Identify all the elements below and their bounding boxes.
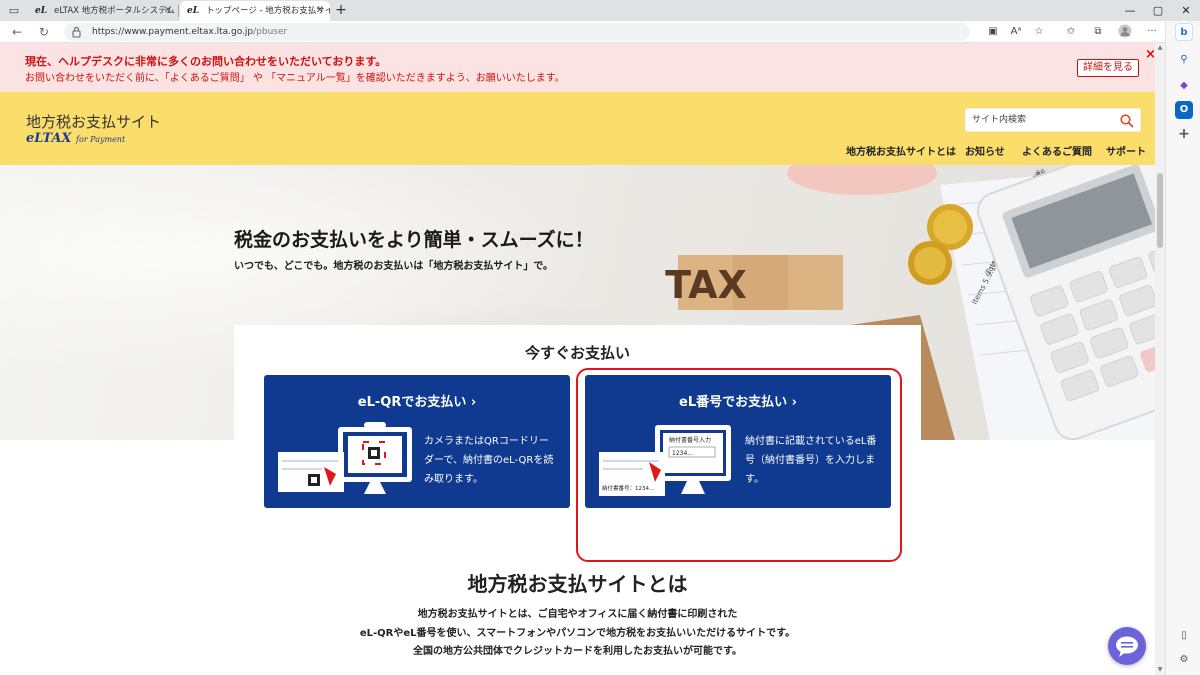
- hero-title: 税金のお支払いをより簡単・スムーズに！: [234, 229, 594, 251]
- site-search-input[interactable]: [972, 112, 1112, 128]
- edge-sidebar: b ⚲ ◆ O + ▯ ⚙: [1165, 21, 1200, 675]
- tab-payment-top[interactable]: eL トップページ - 地方税お支払サイト ✕: [180, 1, 330, 21]
- nav-support[interactable]: サポート: [1106, 143, 1146, 158]
- shopping-icon[interactable]: ◆: [1175, 77, 1193, 95]
- add-favorite-icon[interactable]: ☆: [1031, 24, 1047, 40]
- site-header: 地方税お支払サイト eLTAX for Payment 地方税お支払サイトとは …: [0, 92, 1165, 165]
- page-viewport: 現在、ヘルプデスクに非常に多くのお問い合わせをいただいております。 お問い合わせ…: [0, 43, 1165, 675]
- scroll-down-icon[interactable]: ▼: [1155, 665, 1165, 675]
- profile-avatar-icon[interactable]: [1117, 24, 1133, 40]
- alert-message: お問い合わせをいただく前に、「よくあるご質問」 や 「マニュアル一覧」を確認いた…: [25, 73, 565, 84]
- read-aloud-icon[interactable]: Aᵃ: [1008, 24, 1024, 40]
- close-icon[interactable]: ✕: [1172, 0, 1200, 21]
- bing-chat-icon[interactable]: b: [1175, 23, 1193, 41]
- hero-subtitle: いつでも、どこでも。地方税のお支払いは「地方税お支払サイト」で。: [234, 261, 553, 272]
- chat-bubble-icon: [1116, 636, 1138, 657]
- search-icon[interactable]: [1119, 113, 1135, 129]
- red-highlight-outline: [576, 368, 902, 562]
- nav-about[interactable]: 地方税お支払サイトとは: [846, 143, 956, 158]
- back-arrow-icon[interactable]: ←: [8, 23, 26, 41]
- eltax-logo[interactable]: eLTAX for Payment: [26, 131, 125, 146]
- nav-news[interactable]: お知らせ: [965, 143, 1005, 158]
- tab-title: トップページ - 地方税お支払サイト: [206, 6, 330, 16]
- app-available-icon[interactable]: ▣: [985, 24, 1001, 40]
- tax-block-text: TAX: [665, 263, 747, 307]
- sidebar-toggle-icon[interactable]: ▯: [1175, 627, 1193, 645]
- tab-title: eLTAX 地方税ポータルシステム: [54, 6, 175, 16]
- pay-now-title: 今すぐお支払い: [524, 344, 630, 362]
- lock-icon: [72, 26, 81, 38]
- address-url: https://www.payment.eltax.lta.go.jp/pbus…: [92, 27, 288, 37]
- about-section-title: 地方税お支払サイトとは: [467, 572, 688, 596]
- page-scrollbar[interactable]: ▲ ▼: [1155, 43, 1165, 675]
- site-search: [965, 108, 1141, 132]
- alert-title: 現在、ヘルプデスクに非常に多くのお問い合わせをいただいております。: [25, 55, 387, 68]
- sidebar-icon[interactable]: ▭: [6, 3, 22, 18]
- tab-close-icon[interactable]: ✕: [316, 1, 324, 21]
- nav-faq[interactable]: よくあるご質問: [1022, 143, 1092, 158]
- add-sidebar-app-icon[interactable]: +: [1175, 125, 1193, 143]
- card-title: eL-QRでお支払い ›: [357, 395, 477, 410]
- browser-toolbar: ← ↻ https://www.payment.eltax.lta.go.jp/…: [0, 21, 1165, 43]
- tab-close-icon[interactable]: ✕: [164, 1, 172, 21]
- scroll-up-icon[interactable]: ▲: [1155, 43, 1165, 53]
- search-sidebar-icon[interactable]: ⚲: [1175, 51, 1193, 69]
- about-text-line: 地方税お支払サイトとは、ご自宅やオフィスに届く納付書に印刷された: [417, 609, 738, 620]
- about-text-line: 全国の地方公共団体でクレジットカードを利用したお支払いが可能です。: [413, 646, 742, 657]
- more-menu-icon[interactable]: ···: [1144, 24, 1160, 40]
- helpdesk-alert: 現在、ヘルプデスクに非常に多くのお問い合わせをいただいております。 お問い合わせ…: [0, 43, 1165, 92]
- minimize-icon[interactable]: —: [1116, 0, 1144, 21]
- card-description: カメラまたはQRコードリーダーで、納付書のeL-QRを読み取ります。: [424, 436, 554, 485]
- scrollbar-thumb[interactable]: [1157, 173, 1163, 248]
- site-logo-title[interactable]: 地方税お支払サイト: [26, 111, 161, 132]
- maximize-icon[interactable]: ▢: [1144, 0, 1172, 21]
- browser-tab-bar: ▭ eL eLTAX 地方税ポータルシステム ✕ eL トップページ - 地方税…: [0, 0, 1200, 21]
- eltax-favicon-icon: eL: [35, 6, 48, 16]
- refresh-icon[interactable]: ↻: [35, 23, 53, 41]
- eltax-favicon-icon: eL: [187, 6, 200, 16]
- chat-support-button[interactable]: [1108, 627, 1146, 665]
- address-bar[interactable]: https://www.payment.eltax.lta.go.jp/pbus…: [64, 23, 970, 41]
- favorites-icon[interactable]: ✩: [1063, 24, 1079, 40]
- new-tab-plus-icon[interactable]: +: [333, 1, 349, 19]
- qr-scan-illustration-icon: [278, 422, 412, 494]
- tab-divider: [178, 5, 179, 17]
- outlook-icon[interactable]: O: [1175, 101, 1193, 119]
- tab-eltax-portal[interactable]: eL eLTAX 地方税ポータルシステム ✕: [28, 1, 178, 21]
- el-qr-pay-button[interactable]: eL-QRでお支払い › カメラまたはQRコードリーダーで、納付書のeL-QRを…: [264, 375, 570, 508]
- collections-icon[interactable]: ⧉: [1090, 24, 1106, 40]
- about-text-line: eL-QRやeL番号を使い、スマートフォンやパソコンで地方税をお支払いいただける…: [359, 628, 796, 639]
- alert-detail-button[interactable]: 詳細を見る: [1077, 59, 1139, 77]
- settings-gear-icon[interactable]: ⚙: [1175, 651, 1193, 669]
